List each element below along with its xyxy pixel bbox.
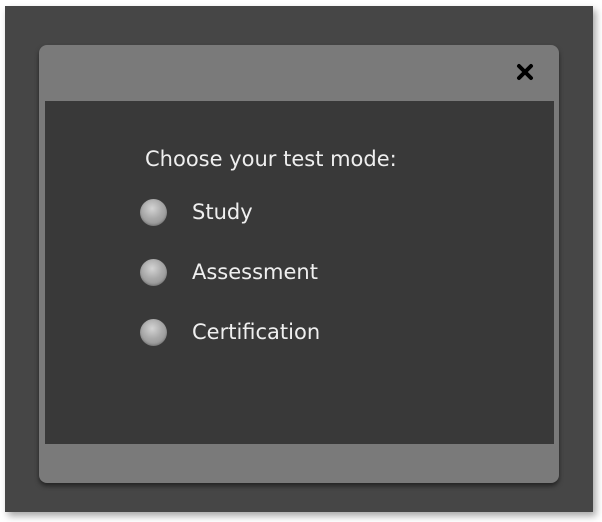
option-label-assessment: Assessment xyxy=(192,260,318,284)
test-mode-prompt: Choose your test mode: xyxy=(145,147,397,171)
option-certification[interactable]: Certification xyxy=(140,317,320,347)
option-label-study: Study xyxy=(192,200,253,224)
close-button[interactable] xyxy=(511,58,539,86)
radio-button-study[interactable] xyxy=(140,198,167,226)
test-mode-dialog: Choose your test mode: Study Assessment … xyxy=(39,45,559,483)
option-study[interactable]: Study xyxy=(140,197,253,227)
dialog-content: Choose your test mode: Study Assessment … xyxy=(45,101,554,444)
radio-button-certification[interactable] xyxy=(140,318,167,346)
close-icon xyxy=(517,64,533,80)
radio-button-assessment[interactable] xyxy=(140,258,167,286)
option-label-certification: Certification xyxy=(192,320,321,344)
option-assessment[interactable]: Assessment xyxy=(140,257,318,287)
modal-backdrop: Choose your test mode: Study Assessment … xyxy=(5,6,593,512)
